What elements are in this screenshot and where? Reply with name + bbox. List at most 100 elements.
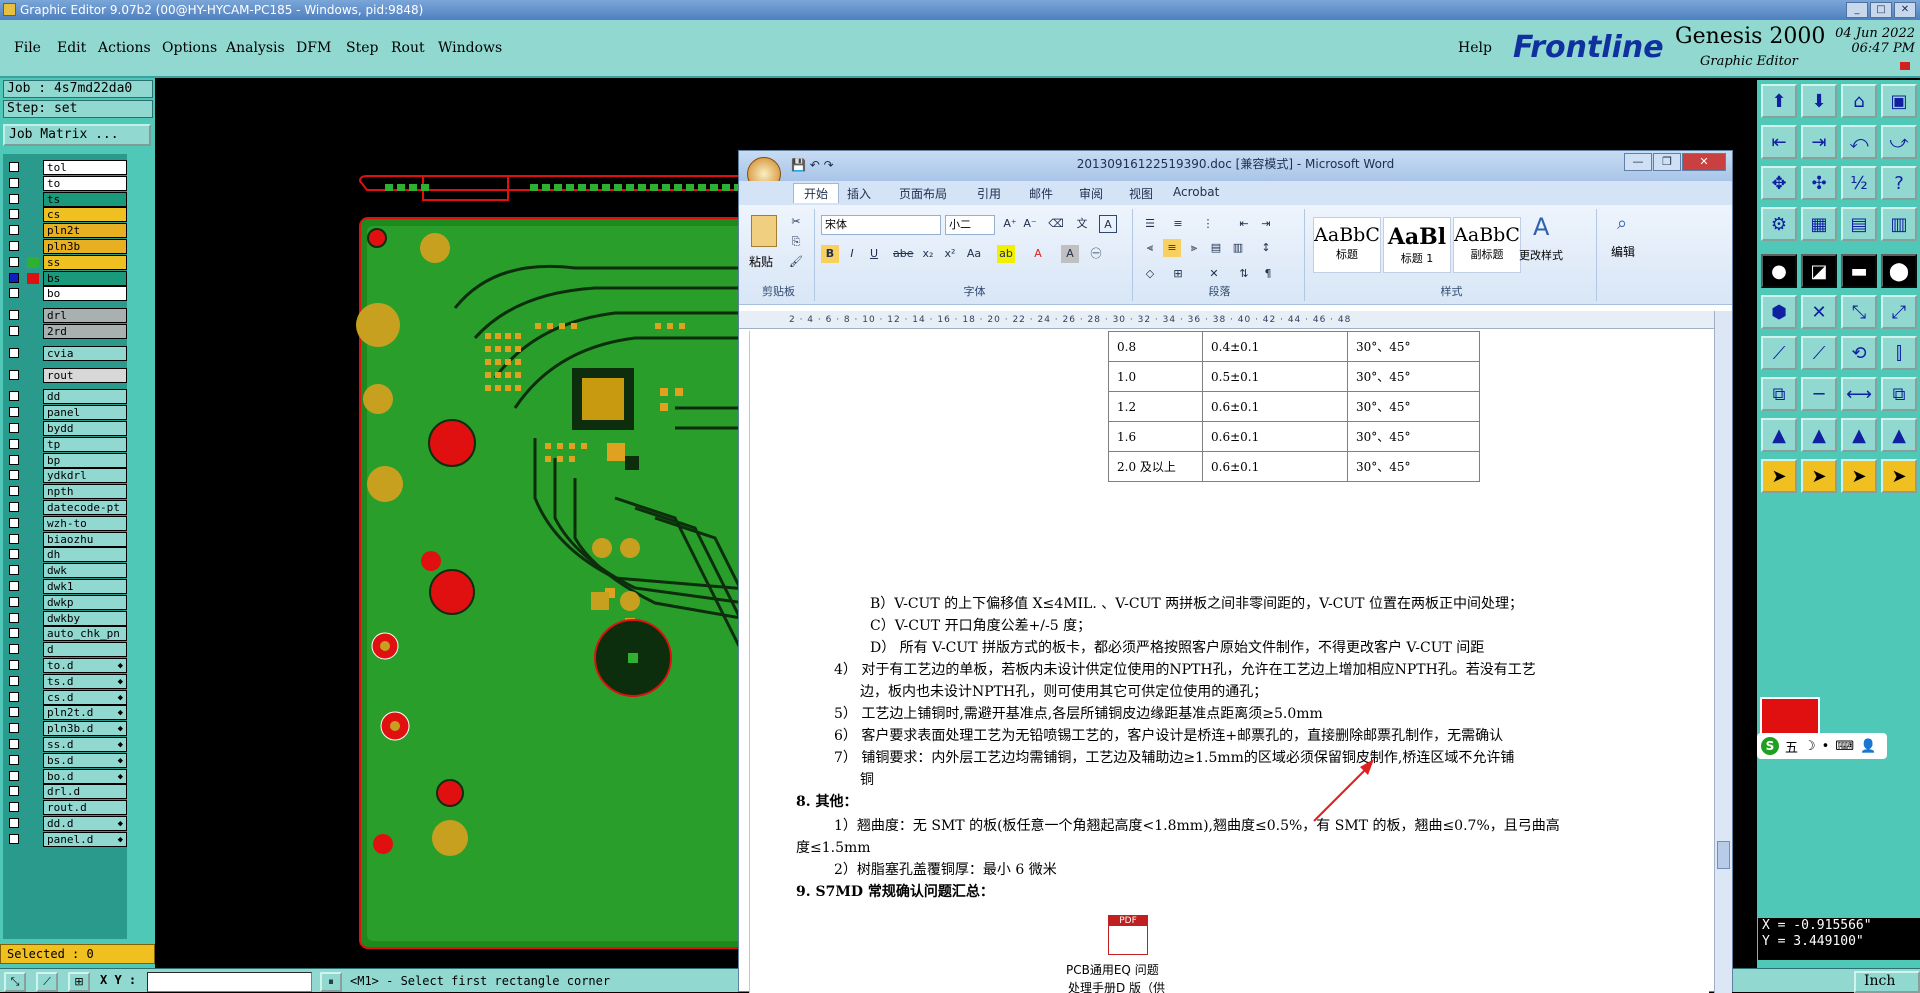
highlight-icon[interactable]: ab [997,245,1015,263]
move-icon[interactable]: ✥ [1761,166,1797,200]
layer-color-swatch[interactable] [27,288,39,300]
font-size-select[interactable]: 小二 [945,215,995,235]
layer-color-swatch[interactable] [27,438,39,450]
layer-checkbox[interactable] [9,225,19,236]
layer-color-swatch[interactable] [27,675,39,687]
layer-row[interactable]: panel [5,405,127,421]
layer-row[interactable]: panel.d ◆ [5,831,127,847]
layer-checkbox[interactable] [9,660,19,670]
units-select[interactable]: Inch [1854,971,1920,993]
menu-analysis[interactable]: Analysis [226,40,285,56]
layer-name[interactable]: dd.d ◆ [43,816,127,831]
menu-windows[interactable]: Windows [438,40,502,56]
layer-name[interactable]: dwkby [43,610,127,626]
copy-icon[interactable]: ⎘ [787,233,805,251]
save-icon[interactable]: 💾 [791,158,806,172]
layer-color-swatch[interactable] [27,533,39,545]
layer-color-swatch[interactable] [27,517,39,529]
layer-checkbox[interactable] [9,723,19,734]
layer-row[interactable]: to.d ◆ [5,658,127,673]
grid-icon[interactable]: ▦ [1801,207,1837,241]
layer-color-swatch[interactable] [27,596,39,608]
cut-icon[interactable]: ✂ [787,213,805,231]
layer-name[interactable]: to [43,175,127,191]
xy-input[interactable] [147,972,312,992]
layer-name[interactable]: biaozhu [43,531,127,547]
layer-name[interactable]: dd [43,389,127,405]
layer-checkbox[interactable] [9,691,19,702]
undo-icon[interactable]: ⤺ [1841,125,1877,159]
layer-name[interactable]: datecode-pt [43,500,127,515]
layer-checkbox[interactable] [9,786,19,797]
layer-row[interactable]: bs.d ◆ [5,752,127,768]
layer-row[interactable]: biaozhu [5,531,127,547]
menu-dfm[interactable]: DFM [296,40,331,56]
paste-label[interactable]: 粘贴 [749,253,773,270]
layer-color-swatch[interactable] [27,612,39,624]
layer-checkbox[interactable] [9,818,19,828]
layer-row[interactable]: cs.d ◆ [5,689,127,705]
layer-color-swatch[interactable] [27,628,39,640]
bullets-icon[interactable]: ☰ [1141,215,1159,233]
char-shading-icon[interactable]: A [1061,245,1079,263]
layer-checkbox[interactable] [9,162,19,172]
align-center-icon[interactable]: ≡ [1163,239,1181,257]
layer-color-swatch[interactable] [27,691,39,703]
pad-icon[interactable]: ● [1761,254,1797,288]
layer-checkbox[interactable] [9,241,19,251]
layer-checkbox[interactable] [9,754,19,765]
redo-icon[interactable]: ↷ [824,158,834,172]
layer-row[interactable]: d [5,642,127,658]
layer-name[interactable]: ss.d ◆ [43,737,127,752]
layer-row[interactable]: dwk [5,563,127,579]
measure-icon[interactable]: ─ [1801,377,1837,411]
char-border-icon[interactable]: A [1099,215,1117,233]
find-icon[interactable]: ⌕ [1617,213,1627,234]
zoom-box-icon[interactable]: ⤡ [4,972,26,992]
maximize-button[interactable]: □ [1870,2,1892,18]
menu-help[interactable]: Help [1458,40,1492,56]
sort-icon[interactable]: ⇅ [1235,265,1253,283]
shading-icon[interactable]: ◇ [1141,265,1159,283]
format-painter-icon[interactable]: 🖌 [787,253,805,271]
layer-name[interactable]: ts [43,191,127,207]
layer-checkbox[interactable] [9,209,19,220]
ribbon-tab[interactable]: 插入 [847,185,871,202]
phonetic-icon[interactable]: 文 [1073,215,1091,233]
layer-checkbox[interactable] [9,193,19,204]
layer-row[interactable]: wzh-to [5,515,127,531]
layer-name[interactable]: ts.d ◆ [43,673,127,689]
layer-name[interactable]: ss [43,254,127,270]
layer-name[interactable]: rout.d [43,800,127,816]
ime-flag-icon[interactable] [1760,697,1820,735]
ribbon-tab[interactable]: 审阅 [1079,185,1103,202]
layer-name[interactable]: tp [43,436,127,452]
layer-color-swatch[interactable] [27,565,39,577]
layer-name[interactable]: auto_chk_pn [43,626,127,642]
layer-row[interactable]: pln3b.d ◆ [5,721,127,737]
settings-icon[interactable]: ⚙ [1761,207,1797,241]
layer-color-swatch[interactable] [27,833,39,845]
menu-file[interactable]: File [14,40,41,56]
layer-checkbox[interactable] [9,644,19,655]
layer-name[interactable]: tol [43,160,127,175]
ribbon-tab[interactable]: Acrobat [1173,185,1219,199]
layer-color-swatch[interactable] [27,326,39,337]
layer-row[interactable]: bo.d ◆ [5,768,127,784]
layer-name[interactable]: d [43,642,127,658]
layer-color-swatch[interactable] [27,754,39,766]
layer-row[interactable]: cvia [5,345,127,361]
node-icon[interactable]: ⬢ [1761,295,1797,329]
grow-font-icon[interactable]: A⁺ [1001,215,1019,233]
delete-icon[interactable]: ✕ [1801,295,1837,329]
redo-icon[interactable]: ⤻ [1881,125,1917,159]
layer-name[interactable]: pln3b.d ◆ [43,721,127,737]
layer-color-swatch[interactable] [27,347,39,359]
layer-color-swatch[interactable] [27,241,39,252]
select2-icon[interactable]: ➤ [1801,459,1837,493]
word-close-button[interactable]: ✕ [1682,153,1726,171]
word-minimize-button[interactable]: — [1624,153,1652,171]
superscript-button[interactable]: x² [941,245,959,263]
minimize-button[interactable]: _ [1846,2,1868,18]
layer-row[interactable]: drl.d [5,784,127,800]
